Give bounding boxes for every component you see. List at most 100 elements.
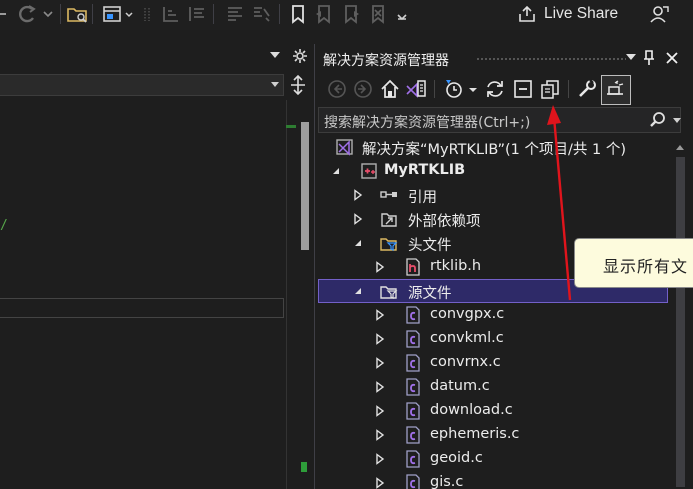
solution-explorer-toolbar: [318, 72, 693, 106]
header-file-icon: [406, 258, 420, 276]
navigation-dropdown[interactable]: [0, 74, 284, 96]
split-editor-icon[interactable]: [287, 74, 309, 96]
collapsed-triangle-icon[interactable]: [374, 477, 386, 489]
references-icon: [380, 191, 397, 198]
preview-icon: [607, 80, 624, 95]
previous-bookmark-icon[interactable]: [313, 3, 335, 25]
live-share-button[interactable]: Live Share: [517, 3, 618, 25]
tree-row-source-file[interactable]: gis.c: [318, 471, 668, 489]
clear-bookmarks-icon[interactable]: [367, 3, 389, 25]
dropdown-chevron-icon[interactable]: [40, 3, 62, 25]
toolbar-overflow-icon[interactable]: [392, 3, 414, 25]
collapsed-triangle-icon[interactable]: [352, 213, 364, 225]
collapsed-triangle-icon[interactable]: [374, 453, 386, 465]
toolbar-separator: [92, 4, 93, 24]
tree-label: convrnx.c: [430, 354, 501, 370]
tree-label: 引用: [408, 190, 437, 206]
format-icon[interactable]: [186, 3, 208, 25]
tree-row-source-file[interactable]: download.c: [318, 399, 668, 423]
collapsed-triangle-icon[interactable]: [352, 189, 364, 201]
tree-row-source-file[interactable]: convgpx.c: [318, 303, 668, 327]
c-file-icon: [406, 378, 420, 396]
collapsed-triangle-icon[interactable]: [374, 261, 386, 273]
tree-row-project[interactable]: MyRTKLIB: [318, 159, 668, 183]
comment-icon[interactable]: [224, 3, 246, 25]
search-placeholder: 搜索解决方案资源管理器(Ctrl+;): [324, 115, 531, 131]
tree-label: download.c: [430, 402, 513, 418]
align-icon[interactable]: [160, 3, 182, 25]
tooltip: 显示所有文: [574, 238, 693, 288]
collapsed-triangle-icon[interactable]: [374, 309, 386, 321]
search-options-dropdown-icon[interactable]: [673, 118, 681, 123]
title-grip[interactable]: [476, 57, 626, 61]
current-line-highlight: [0, 298, 284, 318]
code-editor[interactable]: [0, 44, 312, 489]
window-layout-icon[interactable]: [101, 3, 123, 25]
tree-row-source-file[interactable]: datum.c: [318, 375, 668, 399]
c-file-icon: [406, 474, 420, 489]
bookmark-icon[interactable]: [287, 3, 309, 25]
preview-selected-items-button[interactable]: [601, 75, 631, 105]
tree-label: rtklib.h: [430, 258, 482, 274]
tree-row-references[interactable]: 引用: [318, 183, 668, 207]
uncomment-icon[interactable]: [250, 3, 272, 25]
c-file-icon: [406, 354, 420, 372]
tree-label: geoid.c: [430, 450, 483, 466]
home-icon[interactable]: [379, 78, 401, 100]
editor-tab-strip: [0, 44, 312, 68]
filter-folder-icon: [380, 286, 398, 299]
toolbar-separator: [213, 4, 214, 24]
tree-label: gis.c: [430, 474, 464, 489]
tree-row-source-file[interactable]: convkml.c: [318, 327, 668, 351]
tree-label: MyRTKLIB: [384, 162, 466, 178]
tab-dropdown-icon[interactable]: [270, 52, 280, 60]
tree-label: convgpx.c: [430, 306, 505, 322]
c-file-icon: [406, 330, 420, 348]
search-input[interactable]: 搜索解决方案资源管理器(Ctrl+;): [318, 107, 681, 133]
pin-icon[interactable]: [641, 49, 657, 67]
tree-scrollbar[interactable]: [668, 135, 693, 489]
tree-row-external-dependencies[interactable]: 外部依赖项: [318, 207, 668, 231]
tree-row-source-file[interactable]: geoid.c: [318, 447, 668, 471]
tree-label: 外部依赖项: [408, 214, 481, 230]
c-file-icon: [406, 402, 420, 420]
expanded-triangle-icon[interactable]: [330, 165, 342, 177]
tooltip-text: 显示所有文: [603, 257, 689, 276]
search-icon[interactable]: [649, 111, 667, 129]
collapsed-triangle-icon[interactable]: [374, 405, 386, 417]
editor-scroll-thumb[interactable]: [301, 122, 309, 250]
forward-icon[interactable]: [352, 78, 374, 100]
expanded-triangle-icon[interactable]: [352, 285, 364, 297]
tree-row-source-file[interactable]: convrnx.c: [318, 351, 668, 375]
sync-icon[interactable]: [484, 78, 506, 100]
collapsed-triangle-icon[interactable]: [374, 357, 386, 369]
tree-row-solution[interactable]: 解决方案“MyRTKLIB”(1 个项目/共 1 个): [318, 135, 668, 159]
solution-tree[interactable]: 解决方案“MyRTKLIB”(1 个项目/共 1 个) MyRTKLIB 引用: [318, 135, 668, 489]
c-file-icon: [406, 426, 420, 444]
share-icon: [519, 5, 535, 22]
back-icon[interactable]: [326, 78, 348, 100]
collapsed-triangle-icon[interactable]: [374, 429, 386, 441]
solution-icon: [336, 139, 353, 156]
tree-row-source-file[interactable]: ephemeris.c: [318, 423, 668, 447]
scroll-up-icon[interactable]: [676, 145, 684, 150]
window-position-dropdown-icon[interactable]: [626, 54, 636, 60]
feedback-icon[interactable]: [648, 3, 670, 25]
settings-gear-icon[interactable]: [292, 48, 308, 64]
filter-folder-icon: [380, 238, 398, 251]
undo-arrow-icon[interactable]: [16, 3, 38, 25]
switch-views-icon[interactable]: [405, 78, 427, 100]
pending-changes-filter-icon[interactable]: [443, 78, 465, 100]
tree-scroll-thumb[interactable]: [676, 157, 685, 487]
change-marker: [286, 125, 296, 128]
tree-label: convkml.c: [430, 330, 504, 346]
collapsed-triangle-icon[interactable]: [374, 333, 386, 345]
open-folder-icon[interactable]: [66, 3, 88, 25]
collapse-all-icon[interactable]: [512, 78, 534, 100]
collapsed-triangle-icon[interactable]: [374, 381, 386, 393]
toolbar-separator: [279, 4, 280, 24]
next-bookmark-icon[interactable]: [340, 3, 362, 25]
toolbar-separator: [434, 80, 435, 98]
close-icon[interactable]: [664, 50, 680, 66]
expanded-triangle-icon[interactable]: [352, 237, 364, 249]
